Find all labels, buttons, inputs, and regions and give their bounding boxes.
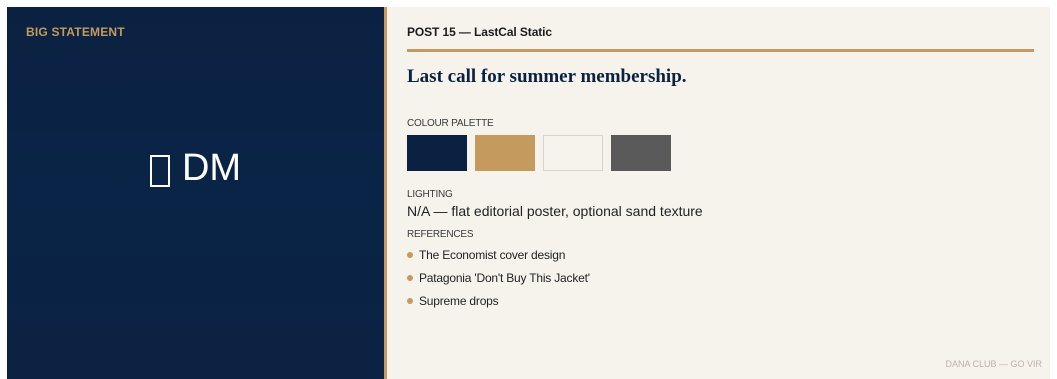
lighting-text: N/A — flat editorial poster, optional sa… xyxy=(407,203,703,219)
bullet-icon xyxy=(407,251,413,258)
statement-label: BIG STATEMENT xyxy=(26,25,125,39)
references-label: REFERENCES xyxy=(407,229,474,240)
brief-panel: POST 15 — LastCal Static Last call for s… xyxy=(387,7,1050,379)
swatch-navy xyxy=(407,135,467,171)
reference-text: The Economist cover design xyxy=(419,247,566,262)
list-item: The Economist cover design xyxy=(407,243,1036,266)
reference-text: Patagonia 'Don't Buy This Jacket' xyxy=(419,270,590,285)
footer-brand: DANA CLUB — GO VIR xyxy=(945,359,1042,369)
reference-text: Supreme drops xyxy=(419,293,499,308)
post-headline: Last call for summer membership. xyxy=(407,66,687,87)
lighting-label: LIGHTING xyxy=(407,189,453,200)
palette-swatches xyxy=(407,135,1036,171)
missing-glyph-icon xyxy=(149,154,170,187)
references-list: The Economist cover design Patagonia 'Do… xyxy=(407,243,1036,312)
heading-rule xyxy=(407,49,1034,52)
swatch-grey xyxy=(611,135,671,171)
swatch-cream xyxy=(543,135,603,171)
statement-text: DM xyxy=(181,147,242,189)
palette-label: COLOUR PALETTE xyxy=(407,118,494,129)
post-card: BIG STATEMENT DM POST 15 — LastCal Stati… xyxy=(7,7,1050,379)
list-item: Supreme drops xyxy=(407,289,1036,312)
list-item: Patagonia 'Don't Buy This Jacket' xyxy=(407,266,1036,289)
swatch-sand xyxy=(475,135,535,171)
bullet-icon xyxy=(407,297,413,304)
statement-panel: BIG STATEMENT DM xyxy=(7,7,384,379)
bullet-icon xyxy=(407,274,413,281)
post-heading: POST 15 — LastCal Static xyxy=(407,25,552,39)
statement-content: DM xyxy=(7,147,384,190)
